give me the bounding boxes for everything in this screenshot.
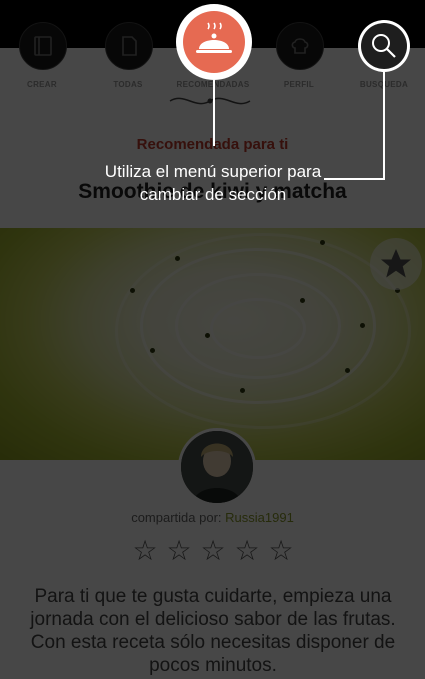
shared-by-label: compartida por: — [131, 510, 222, 525]
book-icon — [34, 36, 52, 56]
nav-perfil-button[interactable] — [276, 22, 324, 70]
nav-todas-button[interactable] — [105, 22, 153, 70]
nav-busqueda-button[interactable] — [358, 20, 410, 72]
page-icon — [122, 36, 137, 56]
rating-star-1-icon[interactable]: ☆ — [128, 536, 162, 566]
author-username[interactable]: Russia1991 — [225, 510, 294, 525]
star-icon — [381, 249, 411, 278]
nav-recomendadas-button[interactable] — [176, 4, 252, 80]
rating-star-3-icon[interactable]: ☆ — [196, 536, 230, 566]
serving-dish-icon — [196, 22, 232, 53]
guide-line-recomendadas — [213, 80, 215, 146]
rating-star-5-icon[interactable]: ☆ — [264, 536, 298, 566]
recipe-image — [0, 228, 425, 460]
tutorial-tip: Utiliza el menú superior para cambiar de… — [104, 162, 322, 204]
search-icon — [372, 34, 396, 58]
shared-by-line: compartida por: Russia1991 — [0, 510, 425, 525]
rating-star-2-icon[interactable]: ☆ — [162, 536, 196, 566]
nav-perfil-label: PERFIL — [283, 80, 315, 89]
rating-stars[interactable]: ☆ ☆ ☆ ☆ ☆ — [128, 536, 298, 566]
recipe-description: Para ti que te gusta cuidarte, empieza u… — [30, 586, 396, 676]
nav-todas-label: TODAS — [113, 80, 143, 89]
avatar-illustration — [181, 431, 253, 503]
nav-crear-button[interactable] — [19, 22, 67, 70]
guide-line-busqueda-horizontal — [324, 178, 385, 180]
chef-hat-icon — [291, 38, 309, 54]
nav-crear-label: CREAR — [27, 80, 57, 89]
ornament-divider-icon — [169, 97, 251, 105]
rating-star-4-icon[interactable]: ☆ — [230, 536, 264, 566]
author-avatar[interactable] — [178, 428, 256, 506]
favorite-button[interactable] — [370, 238, 422, 290]
guide-line-busqueda-vertical — [383, 72, 385, 180]
app-screen: CREAR TODAS RECOMENDADAS PERFIL BUSQUEDA… — [0, 0, 425, 679]
